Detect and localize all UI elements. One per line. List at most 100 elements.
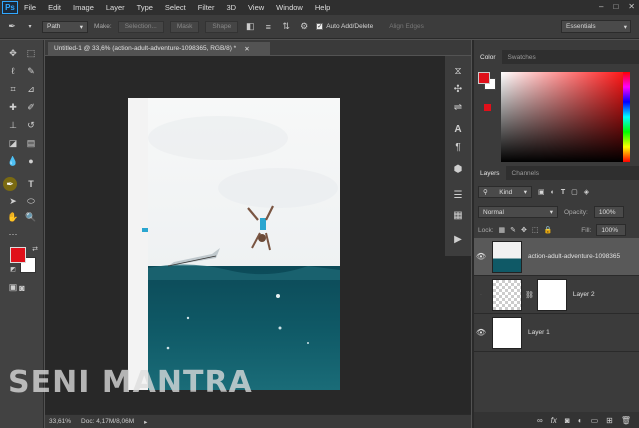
menu-select[interactable]: Select [159, 3, 192, 12]
link-icon[interactable]: ∞ [537, 416, 543, 425]
document-canvas[interactable] [128, 98, 340, 390]
blur-tool-icon[interactable]: 💧 [6, 154, 20, 168]
layer-mask-thumbnail[interactable] [536, 278, 567, 311]
lock-pixels-icon[interactable]: ✎ [510, 226, 516, 234]
adjustment-filter-icon[interactable]: ◐ [551, 189, 555, 196]
lock-all-icon[interactable]: 🔒 [544, 226, 553, 234]
canvas-area[interactable] [45, 56, 471, 414]
history-brush-icon[interactable]: ↺ [24, 118, 38, 132]
eyedropper-tool-icon[interactable]: ⊿ [24, 82, 38, 96]
menu-view[interactable]: View [242, 3, 270, 12]
type-tool-icon[interactable]: T [24, 177, 38, 191]
menu-file[interactable]: File [18, 3, 42, 12]
shape-tool-icon[interactable]: ⬭ [24, 194, 38, 208]
mask-icon[interactable]: ◙ [565, 416, 570, 425]
quick-select-tool-icon[interactable]: ✎ [24, 64, 38, 78]
menu-image[interactable]: Image [67, 3, 100, 12]
gradient-tool-icon[interactable]: ▤ [24, 136, 38, 150]
layer-row[interactable]: 👁 action-adult-adventure-1098365 [474, 238, 639, 276]
type-filter-icon[interactable]: T [561, 189, 565, 196]
tab-swatches[interactable]: Swatches [502, 50, 542, 64]
paragraph-panel-icon[interactable]: ¶ [451, 140, 465, 154]
swap-colors-icon[interactable]: ⇄ [28, 242, 42, 256]
eye-hidden-icon[interactable]: · [474, 290, 488, 299]
tab-channels[interactable]: Channels [506, 166, 545, 180]
layer-row[interactable]: 👁 Layer 1 [474, 314, 639, 352]
workspace-select[interactable]: Essentials ▾ [561, 20, 631, 33]
properties-panel-icon[interactable]: ☰ [451, 188, 465, 202]
tab-layers[interactable]: Layers [474, 166, 506, 180]
foreground-color-chip[interactable] [478, 72, 490, 84]
pen-tool-icon[interactable]: ✒ [3, 177, 17, 191]
menu-filter[interactable]: Filter [192, 3, 221, 12]
menu-window[interactable]: Window [270, 3, 309, 12]
minimize-icon[interactable]: – [599, 2, 603, 11]
path-arrangement-icon[interactable]: ⇅ [280, 21, 292, 33]
trash-icon[interactable]: 🗑 [621, 416, 631, 425]
pen-tool-icon[interactable]: ✒ [6, 21, 18, 33]
path-selection-icon[interactable]: ➤ [6, 194, 20, 208]
lock-artboard-icon[interactable]: ⬚ [532, 226, 539, 234]
status-arrow-icon[interactable]: ▸ [144, 418, 147, 426]
group-icon[interactable]: ▭ [591, 416, 599, 425]
menu-layer[interactable]: Layer [100, 3, 131, 12]
3d-panel-icon[interactable]: ⬢ [451, 162, 465, 176]
eraser-tool-icon[interactable]: ◪ [6, 136, 20, 150]
lock-transparent-icon[interactable]: ▦ [499, 226, 506, 234]
tab-color[interactable]: Color [474, 50, 502, 64]
new-layer-icon[interactable]: ⊞ [606, 416, 613, 425]
smart-object-filter-icon[interactable]: ◈ [584, 188, 589, 196]
history-panel-icon[interactable]: ⧖ [451, 64, 465, 78]
character-panel-icon[interactable]: A [451, 122, 465, 136]
auto-add-delete-checkbox[interactable]: ✓ Auto Add/Delete [316, 23, 373, 30]
default-colors-icon[interactable]: ◩ [6, 262, 20, 276]
eye-icon[interactable]: 👁 [474, 328, 488, 337]
move-tool-icon[interactable]: ✥ [6, 46, 20, 60]
color-spectrum-picker[interactable] [501, 72, 625, 162]
menu-edit[interactable]: Edit [42, 3, 67, 12]
chain-link-icon[interactable]: ⛓ [525, 291, 534, 299]
info-panel-icon[interactable]: ▦ [451, 208, 465, 222]
pen-mode-select[interactable]: Path ▾ [42, 20, 88, 33]
path-operations-icon[interactable]: ◧ [244, 21, 256, 33]
blend-mode-select[interactable]: Normal ▾ [478, 206, 558, 218]
shape-filter-icon[interactable]: ▢ [571, 188, 578, 196]
align-edges-label[interactable]: Align Edges [389, 23, 424, 30]
menu-3d[interactable]: 3D [220, 3, 242, 12]
foreground-color-swatch[interactable] [10, 247, 26, 263]
eye-icon[interactable]: 👁 [474, 252, 488, 261]
lasso-tool-icon[interactable]: ℓ [6, 64, 20, 78]
lock-position-icon[interactable]: ✥ [521, 226, 527, 234]
make-mask-button[interactable]: Mask [169, 20, 200, 33]
hand-tool-icon[interactable]: ✋ [6, 210, 20, 224]
menu-type[interactable]: Type [131, 3, 159, 12]
close-tab-icon[interactable]: ✕ [244, 45, 249, 53]
healing-brush-icon[interactable]: ✚ [6, 100, 20, 114]
play-action-icon[interactable]: ▶ [451, 232, 465, 246]
layer-kind-filter[interactable]: ⚲ Kind ▾ [478, 186, 532, 198]
brush-tool-icon[interactable]: ✐ [24, 100, 38, 114]
adjustments-panel-icon[interactable]: ⇌ [451, 100, 465, 114]
make-selection-button[interactable]: Selection... [117, 20, 164, 33]
document-tab[interactable]: Untitled-1 @ 33,6% (action-adult-adventu… [48, 42, 270, 55]
dodge-tool-icon[interactable]: ● [24, 154, 38, 168]
adjustment-icon[interactable]: ◐ [578, 416, 583, 425]
zoom-level[interactable]: 33,61% [49, 418, 71, 425]
screen-mode-icon[interactable]: ▣ [6, 280, 20, 294]
fx-icon[interactable]: fx [551, 416, 557, 425]
zoom-tool-icon[interactable]: 🔍 [24, 210, 38, 224]
chevron-down-icon[interactable]: ▾ [24, 21, 36, 33]
more-tools-icon[interactable]: ⋯ [6, 227, 20, 241]
fill-input[interactable]: 100% [596, 224, 627, 236]
pixel-filter-icon[interactable]: ▣ [538, 188, 545, 196]
clone-stamp-icon[interactable]: ⊥ [6, 118, 20, 132]
marquee-tool-icon[interactable]: ⬚ [24, 46, 38, 60]
menu-help[interactable]: Help [309, 3, 336, 12]
crop-tool-icon[interactable]: ⌗ [6, 82, 20, 96]
gear-icon[interactable]: ⚙ [298, 21, 310, 33]
brush-panel-icon[interactable]: ✣ [451, 82, 465, 96]
hue-slider[interactable] [623, 72, 630, 162]
opacity-input[interactable]: 100% [593, 206, 624, 218]
layer-row[interactable]: · ⛓ Layer 2 [474, 276, 639, 314]
maximize-icon[interactable]: □ [613, 2, 618, 11]
